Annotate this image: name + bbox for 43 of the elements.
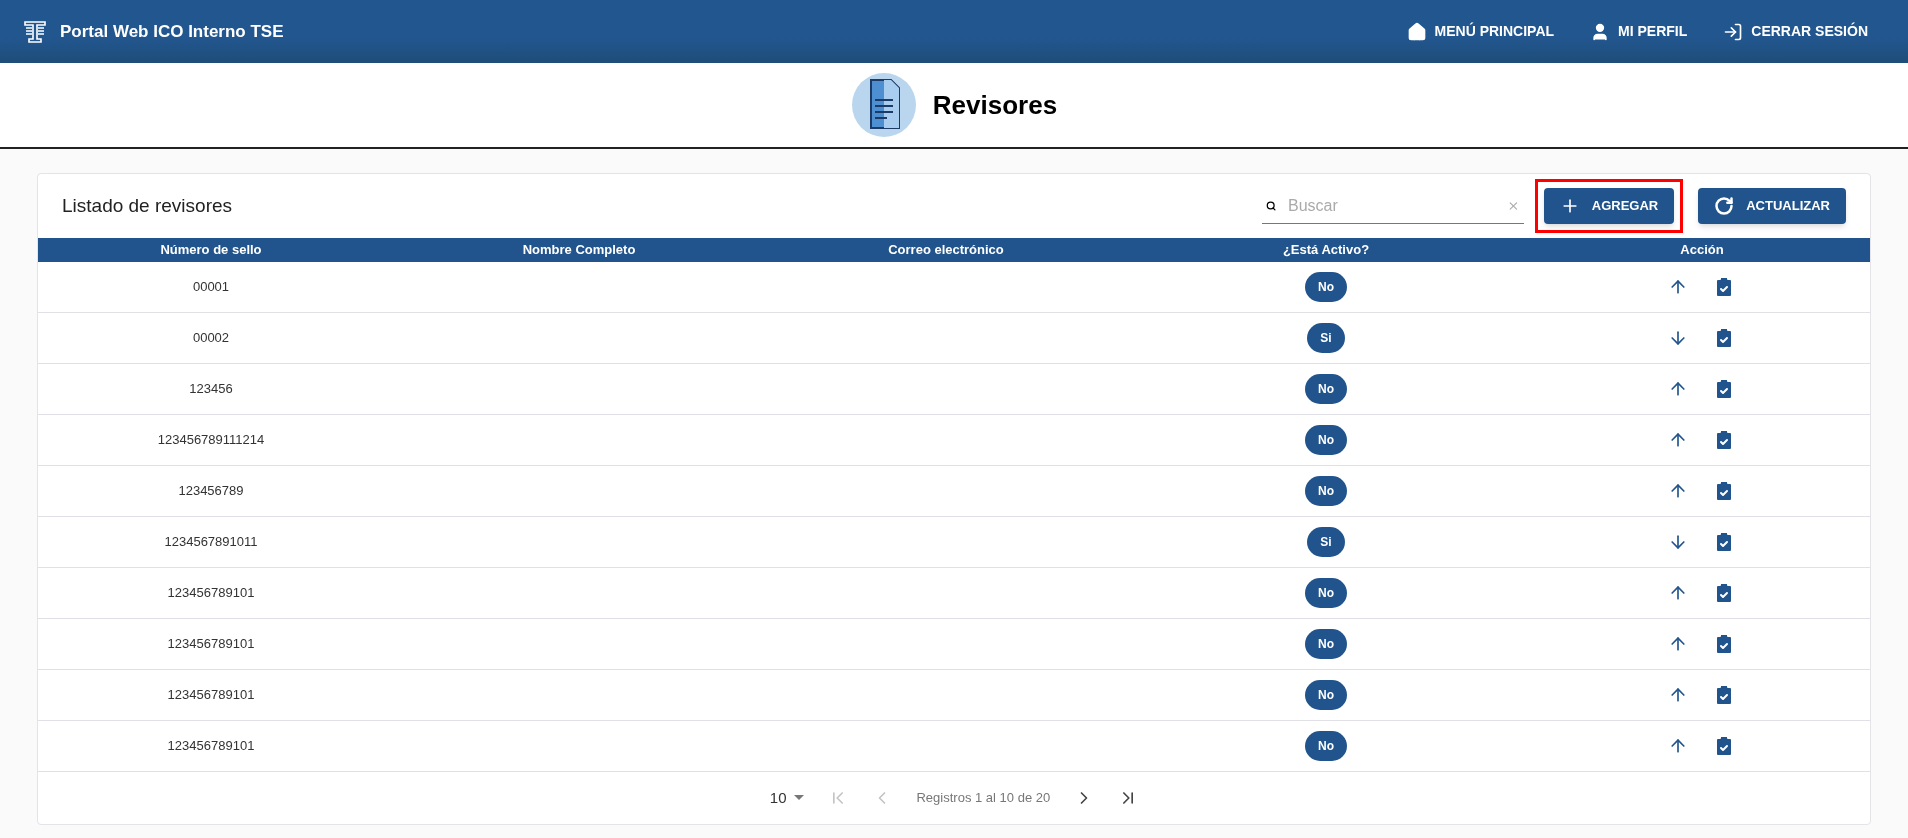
table-cell-text: 123456789 — [177, 482, 245, 501]
nav-link[interactable]: MI PERFIL — [1590, 21, 1688, 42]
status-badge: No — [1305, 731, 1347, 761]
records-summary: Registros 1 al 10 de 20 — [916, 789, 1051, 808]
logout-icon — [1723, 21, 1744, 42]
column-header: Correo electrónico — [887, 241, 1005, 260]
table-cell-text: 123456789101 — [166, 686, 256, 705]
status-badge: No — [1305, 629, 1347, 659]
status-badge: No — [1305, 578, 1347, 608]
nav-link[interactable]: MENÚ PRINCIPAL — [1406, 21, 1555, 42]
table-cell-text: 00002 — [191, 329, 231, 348]
logo-icon — [22, 18, 48, 45]
status-badge: Si — [1307, 527, 1345, 557]
page-size-select[interactable]: 10 — [769, 786, 805, 810]
table-cell-text: 00001 — [191, 278, 231, 297]
refresh-icon — [1714, 196, 1735, 216]
search-input[interactable]: Buscar — [1288, 193, 1495, 218]
add-button[interactable]: AGREGAR — [1543, 188, 1675, 224]
column-header: Nombre Completo — [521, 241, 637, 260]
table-cell-text: 123456789111214 — [156, 431, 266, 450]
status-badge: No — [1305, 476, 1347, 506]
table-cell-text: 1234567891011 — [163, 533, 259, 552]
table-cell-text: 123456789101 — [166, 737, 256, 756]
status-badge: No — [1305, 680, 1347, 710]
refresh-button[interactable]: ACTUALIZAR — [1698, 188, 1846, 224]
table-cell-text: 123456789101 — [166, 584, 256, 603]
page-title: Revisores — [932, 88, 1058, 122]
table-cell-text: 123456 — [188, 380, 234, 399]
status-badge: No — [1305, 425, 1347, 455]
nav-link[interactable]: CERRAR SESIÓN — [1723, 21, 1868, 42]
home-icon — [1406, 21, 1427, 42]
status-badge: No — [1305, 374, 1347, 404]
app-title: Portal Web ICO Interno TSE — [60, 20, 284, 43]
dropdown-caret-icon — [794, 795, 805, 801]
document-icon — [850, 72, 917, 138]
column-header: Número de sello — [159, 241, 263, 260]
search-field[interactable]: Buscar — [1261, 188, 1524, 224]
card-title: Listado de revisores — [62, 193, 233, 218]
status-badge: Si — [1307, 323, 1345, 353]
column-header: ¿Está Activo? — [1281, 241, 1371, 260]
column-header: Acción — [1679, 241, 1725, 260]
status-badge: No — [1305, 272, 1347, 302]
table-cell-text: 123456789101 — [166, 635, 256, 654]
